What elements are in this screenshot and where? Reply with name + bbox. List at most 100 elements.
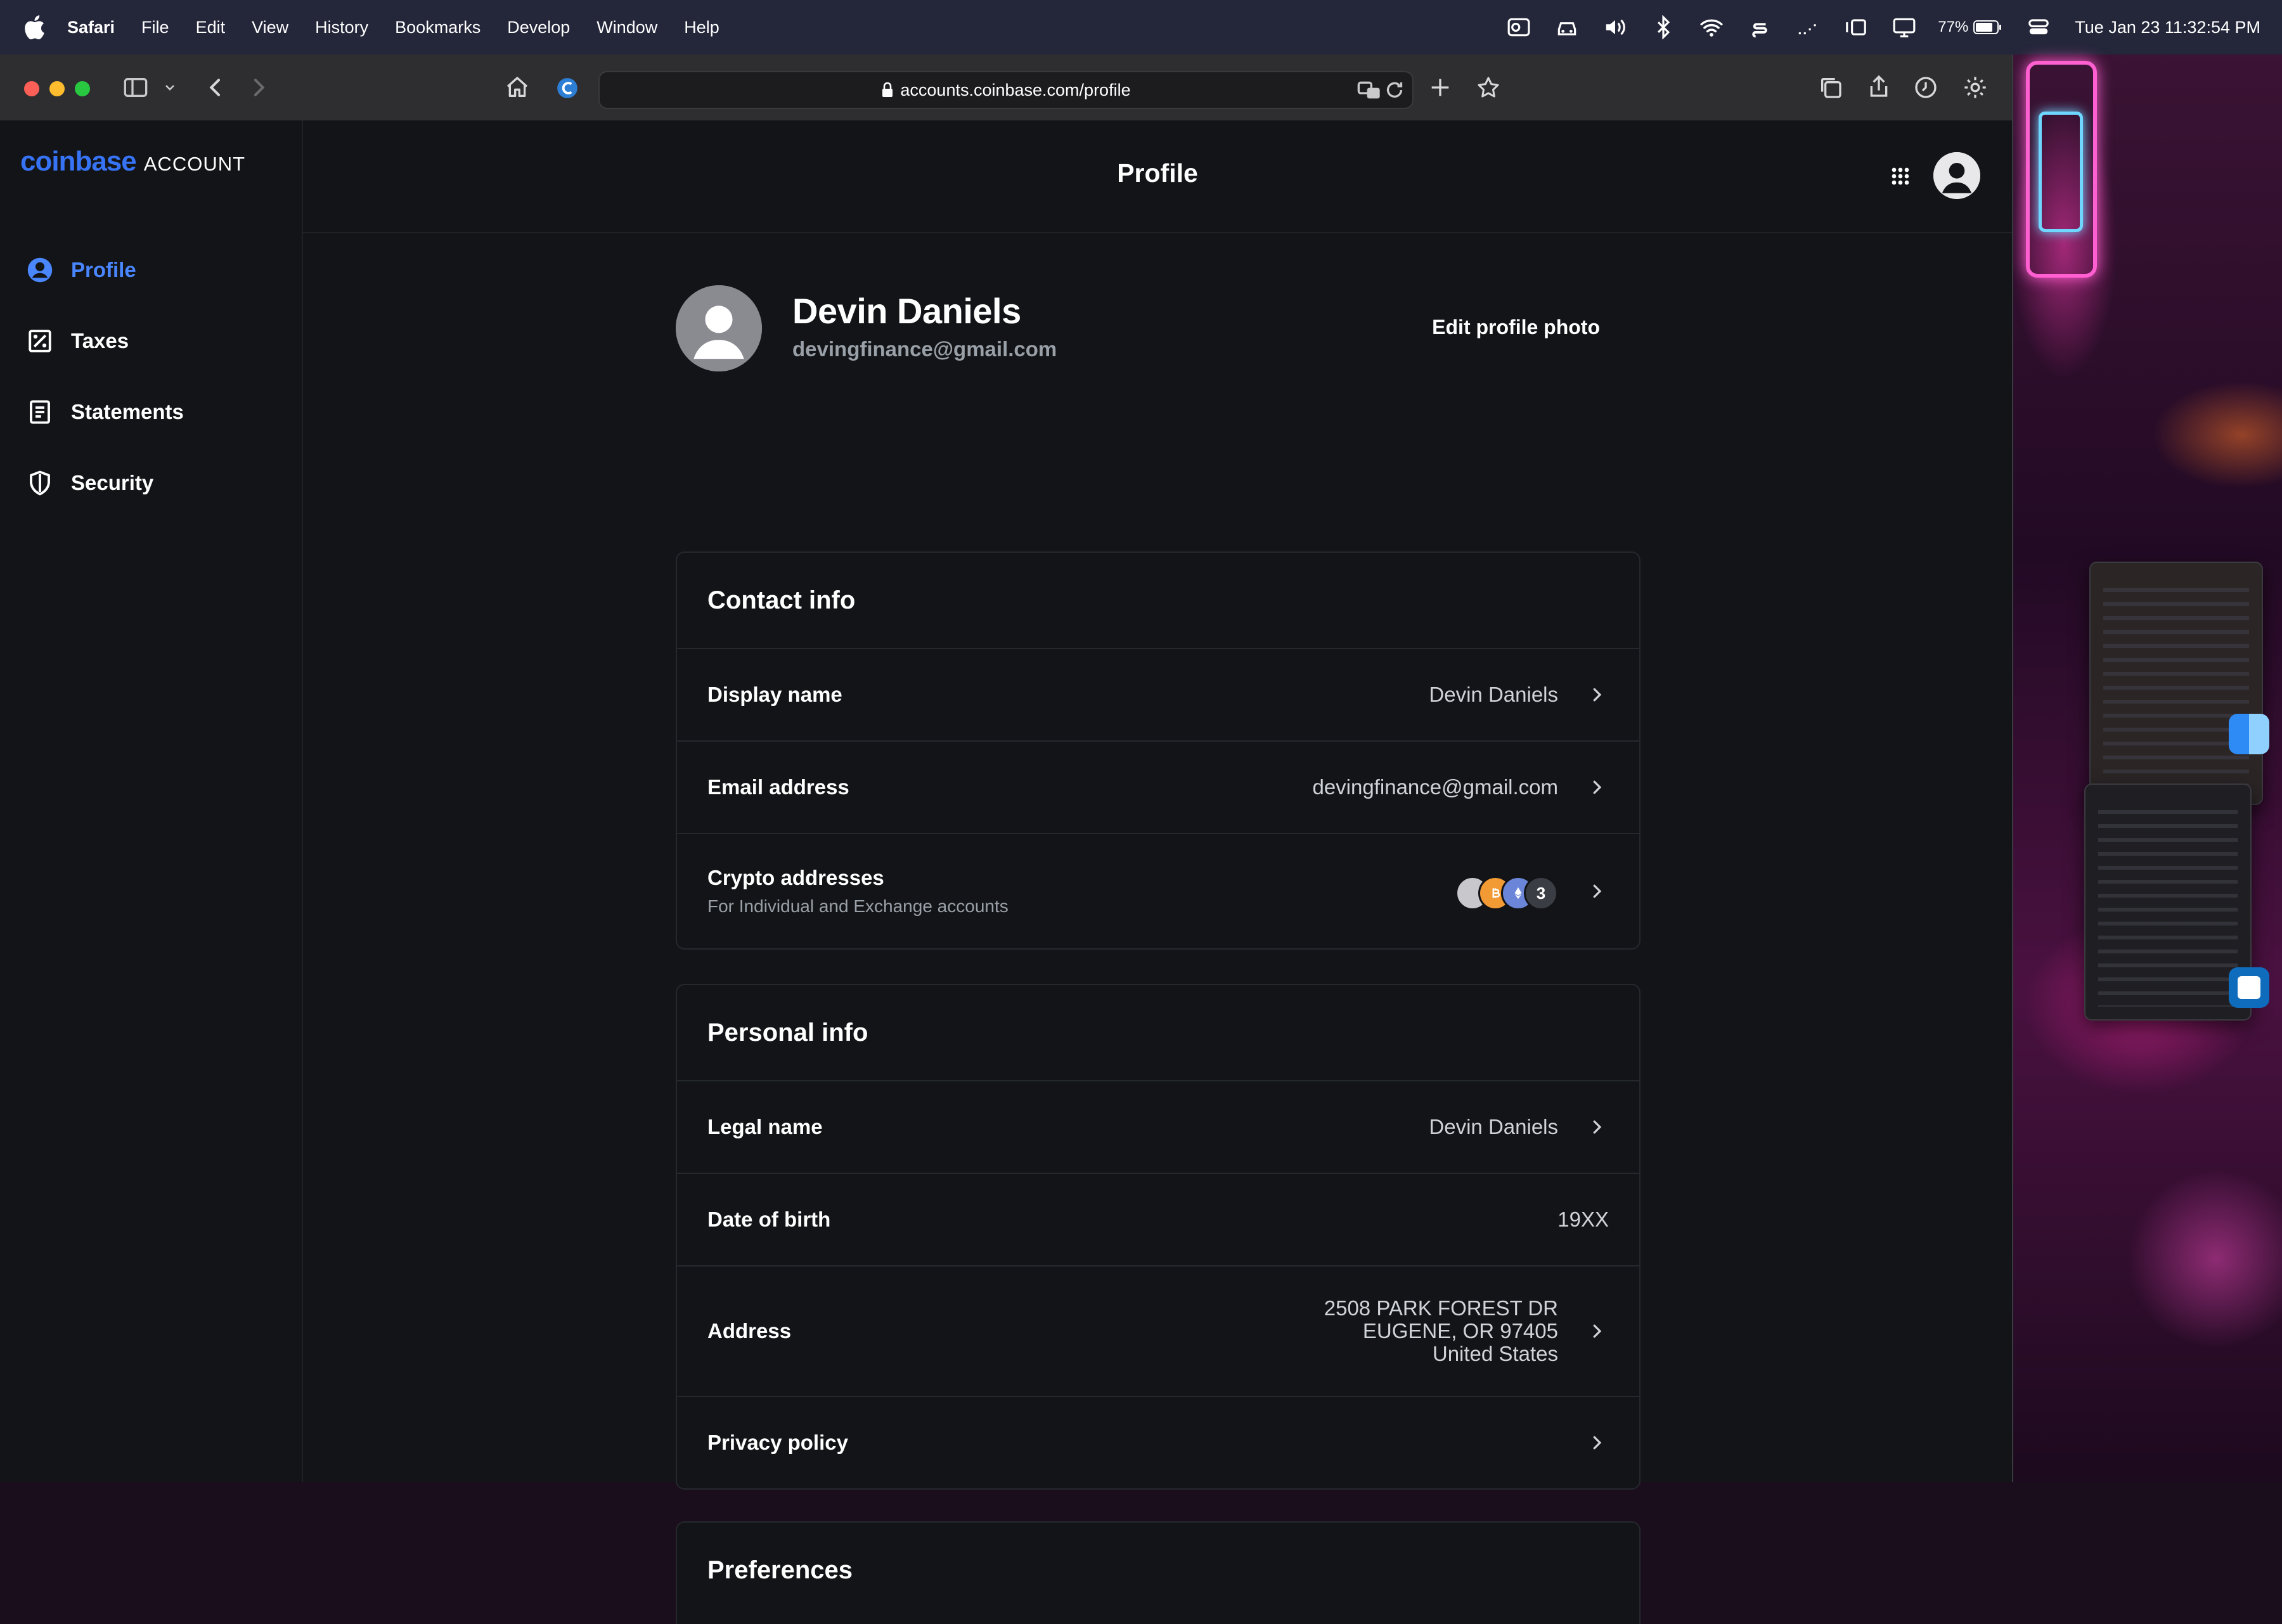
menu-develop[interactable]: Develop <box>507 18 570 37</box>
menu-file[interactable]: File <box>141 18 169 37</box>
macos-menu-bar: Safari File Edit View History Bookmarks … <box>0 0 2282 55</box>
row-value: Devin Daniels <box>1429 1115 1558 1138</box>
menu-app-safari[interactable]: Safari <box>67 18 115 37</box>
card-title: Personal info <box>677 985 1639 1081</box>
address-line-3: United States <box>1432 1342 1558 1365</box>
menu-window[interactable]: Window <box>596 18 657 37</box>
menu-view[interactable]: View <box>252 18 288 37</box>
menu-bookmarks[interactable]: Bookmarks <box>395 18 480 37</box>
display-name-row[interactable]: Display name Devin Daniels <box>677 649 1639 742</box>
address-line-2: EUGENE, OR 97405 <box>1362 1319 1558 1343</box>
forward-arrow-icon[interactable] <box>246 75 271 100</box>
avatar <box>676 285 762 371</box>
chevron-right-icon <box>1593 884 1602 898</box>
address-line-1: 2508 PARK FOREST DR <box>1324 1296 1558 1320</box>
chevron-right-icon <box>1593 780 1602 794</box>
row-label: Display name <box>707 683 842 706</box>
stage-manager-icon[interactable] <box>1844 15 1868 39</box>
user-avatar-icon <box>676 285 762 371</box>
finder-app-icon[interactable] <box>2229 714 2269 754</box>
activity-icon[interactable] <box>1796 15 1820 39</box>
outlook-app-icon[interactable] <box>2229 967 2269 1008</box>
back-arrow-icon[interactable] <box>203 75 228 100</box>
user-menu-avatar[interactable] <box>1933 152 1980 199</box>
row-value: Devin Daniels <box>1429 683 1558 706</box>
user-avatar-icon <box>1933 152 1980 199</box>
row-label: Legal name <box>707 1115 823 1138</box>
desktop-wallpaper <box>2013 55 2282 1482</box>
window-controls <box>24 81 100 96</box>
address-value: 2508 PARK FOREST DR EUGENE, OR 97405 Uni… <box>1324 1297 1558 1365</box>
preferences-card: Preferences <box>676 1521 1641 1624</box>
address-row[interactable]: Address 2508 PARK FOREST DR EUGENE, OR 9… <box>677 1266 1639 1397</box>
legal-name-row[interactable]: Legal name Devin Daniels <box>677 1081 1639 1174</box>
address-bar[interactable]: accounts.coinbase.com/profile <box>598 71 1414 109</box>
bluetooth-icon[interactable] <box>1651 15 1675 39</box>
stage-manager-window-thumbnail[interactable] <box>2089 562 2263 805</box>
sidebar-item-taxes[interactable]: Taxes <box>0 306 302 377</box>
row-label: Privacy policy <box>707 1431 848 1454</box>
volume-icon[interactable] <box>1603 15 1627 39</box>
sidebar-item-statements[interactable]: Statements <box>0 377 302 448</box>
menu-help[interactable]: Help <box>684 18 719 37</box>
crypto-coin-stack: 3 <box>1455 876 1558 910</box>
sidebar-item-security[interactable]: Security <box>0 448 302 519</box>
chevron-down-icon[interactable] <box>162 80 177 95</box>
coinbase-account-page: coinbase ACCOUNT Profile Taxes Statement… <box>0 120 2012 1624</box>
close-window-button[interactable] <box>24 81 39 96</box>
outlook-tray-icon[interactable] <box>1507 15 1531 39</box>
sidebar-toggle-icon[interactable] <box>123 75 148 100</box>
gear-icon[interactable] <box>1963 75 1988 100</box>
coinbase-account-logo[interactable]: coinbase ACCOUNT <box>20 146 245 177</box>
reload-icon[interactable] <box>1383 79 1406 101</box>
menu-history[interactable]: History <box>315 18 368 37</box>
home-icon[interactable] <box>505 75 530 100</box>
app-grid-icon[interactable] <box>1888 164 1913 189</box>
share-icon[interactable] <box>1866 74 1892 99</box>
crypto-addresses-row[interactable]: Crypto addresses For Individual and Exch… <box>677 834 1639 948</box>
status-tray: 77% Tue Jan 23 11:32:54 PM <box>1483 0 2260 55</box>
new-tab-icon[interactable] <box>1428 75 1453 100</box>
extension-icon[interactable] <box>555 76 579 100</box>
stage-manager-window-thumbnail[interactable] <box>2084 783 2252 1021</box>
minimize-window-button[interactable] <box>49 81 65 96</box>
zoom-window-button[interactable] <box>75 81 90 96</box>
page-header: Profile <box>303 120 2012 233</box>
contact-info-card: Contact info Display name Devin Daniels … <box>676 551 1641 950</box>
sidebar-nav: Profile Taxes Statements Security <box>0 235 302 519</box>
sidebar-item-label: Profile <box>71 258 136 281</box>
profile-email: devingfinance@gmail.com <box>792 337 1057 361</box>
bookmark-star-icon[interactable] <box>1476 75 1501 100</box>
wifi-icon[interactable] <box>1699 15 1724 39</box>
card-title: Preferences <box>707 1556 853 1584</box>
row-value: 19XX <box>1557 1208 1609 1231</box>
translate-icon[interactable] <box>1357 77 1382 103</box>
control-center-icon[interactable] <box>2027 15 2051 39</box>
email-address-row[interactable]: Email address devingfinance@gmail.com <box>677 742 1639 834</box>
script-tray-icon[interactable] <box>1748 15 1772 39</box>
chevron-right-icon <box>1593 688 1602 702</box>
privacy-policy-row[interactable]: Privacy policy <box>677 1397 1639 1488</box>
profile-content: Devin Daniels devingfinance@gmail.com Ed… <box>676 285 1641 1624</box>
battery-icon[interactable] <box>1973 20 2002 35</box>
crypto-addresses-label: Crypto addresses <box>707 866 884 889</box>
car-icon[interactable] <box>1555 15 1579 39</box>
card-title: Contact info <box>677 553 1639 649</box>
display-icon[interactable] <box>1892 15 1916 39</box>
edit-profile-photo-button[interactable]: Edit profile photo <box>1432 316 1600 339</box>
page-title: Profile <box>1117 158 1198 188</box>
menu-edit[interactable]: Edit <box>196 18 226 37</box>
sidebar-item-profile[interactable]: Profile <box>0 235 302 306</box>
document-icon <box>30 400 50 424</box>
apple-logo-icon[interactable] <box>22 13 46 41</box>
date-of-birth-row: Date of birth 19XX <box>677 1174 1639 1266</box>
chevron-right-icon <box>1593 1324 1602 1338</box>
sidebar: coinbase ACCOUNT Profile Taxes Statement… <box>0 120 303 1482</box>
history-clock-icon[interactable] <box>1913 75 1938 100</box>
neon-sign-decoration-inner <box>2039 112 2083 232</box>
battery-percent: 77% <box>1938 18 1969 35</box>
menu-clock[interactable]: Tue Jan 23 11:32:54 PM <box>2075 18 2260 37</box>
chevron-right-icon <box>1593 1120 1602 1134</box>
profile-name: Devin Daniels <box>792 291 1021 331</box>
tab-overview-icon[interactable] <box>1818 75 1843 100</box>
